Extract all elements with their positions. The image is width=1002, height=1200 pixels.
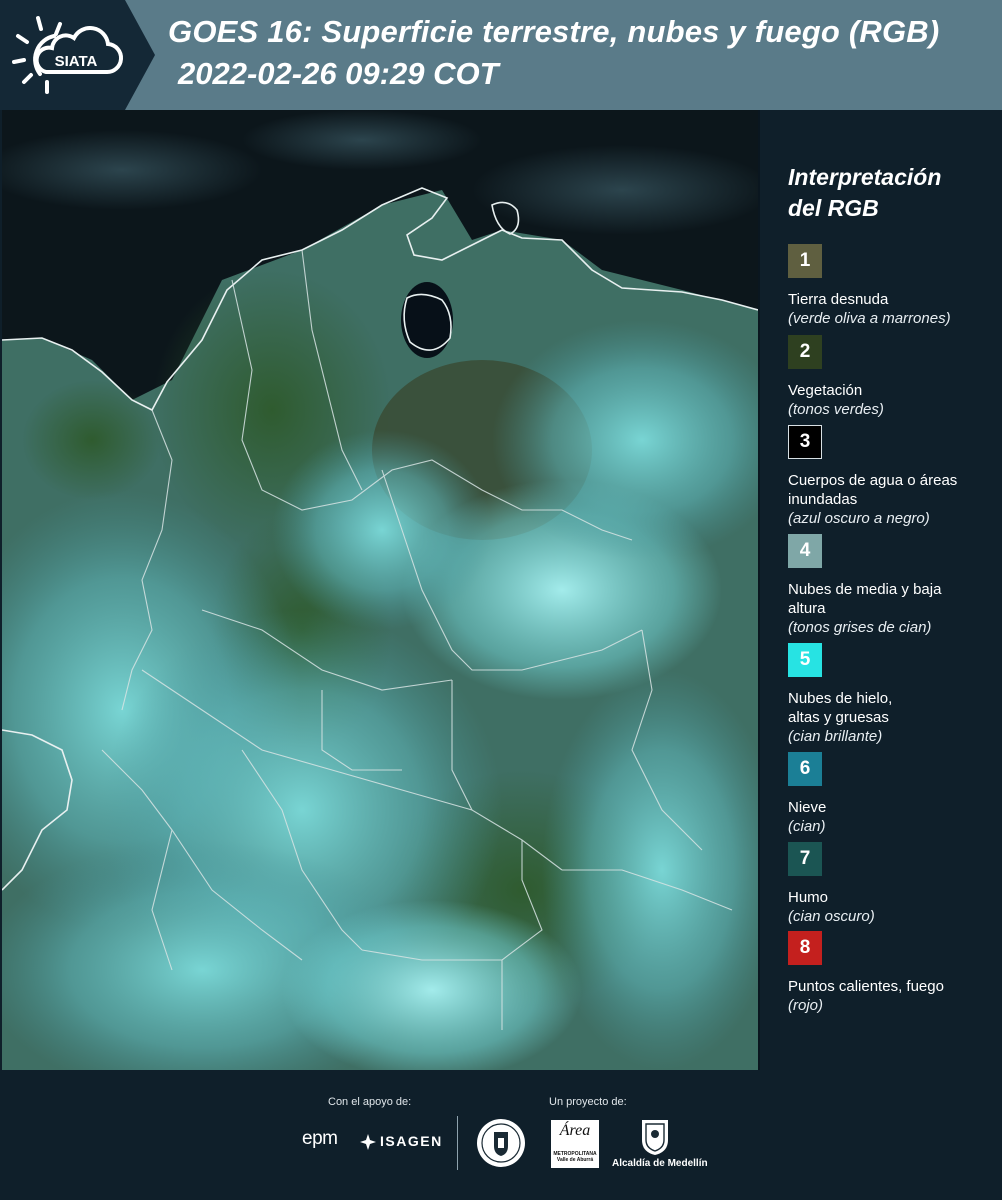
legend-sub-6: (cian) bbox=[788, 818, 826, 835]
legend-label-7: Humo bbox=[788, 889, 829, 906]
legend-sub-5: (cian brillante) bbox=[788, 728, 883, 745]
legend-label-6: Nieve bbox=[788, 799, 827, 816]
page-title: GOES 16: Superficie terrestre, nubes y f… bbox=[168, 14, 940, 49]
legend-swatch-4: 4 bbox=[788, 534, 822, 568]
alcaldia-medellin-logo[interactable]: Alcaldía de Medellín bbox=[612, 1158, 708, 1169]
legend-sub-7: (cian oscuro) bbox=[788, 908, 875, 925]
legend-sub-1: (verde oliva a marrones) bbox=[788, 310, 951, 327]
footer: Con el apoyo de: Un proyecto de: epm ISA… bbox=[0, 1070, 1002, 1200]
legend-item-8: 8 Puntos calientes, fuego (rojo) bbox=[788, 931, 998, 1015]
legend-label-1: Tierra desnuda bbox=[788, 291, 889, 308]
legend-label-3: Cuerpos de agua o áreas inundadas bbox=[788, 472, 958, 508]
legend-item-7: 7 Humo (cian oscuro) bbox=[788, 842, 998, 926]
siata-logo[interactable]: SIATA bbox=[0, 0, 155, 110]
legend-title-line1: Interpretación bbox=[788, 164, 942, 190]
legend-label-2: Vegetación bbox=[788, 382, 863, 399]
antioquia-seal-icon[interactable] bbox=[476, 1118, 526, 1168]
project-label: Un proyecto de: bbox=[549, 1096, 627, 1108]
legend-sub-8: (rojo) bbox=[788, 997, 824, 1014]
legend-title: Interpretación del RGB bbox=[788, 162, 988, 224]
legend-sub-4: (tonos grises de cian) bbox=[788, 619, 932, 636]
header: SIATA GOES 16: Superficie terrestre, nub… bbox=[0, 0, 1002, 110]
satellite-image bbox=[2, 110, 758, 1070]
legend-item-3: 3 Cuerpos de agua o áreas inundadas (azu… bbox=[788, 425, 998, 528]
legend-label-5: Nubes de hielo, altas y gruesas bbox=[788, 690, 893, 726]
legend-title-line2: del RGB bbox=[788, 195, 879, 221]
legend-sub-2: (tonos verdes) bbox=[788, 401, 884, 418]
legend-label-8: Puntos calientes, fuego bbox=[788, 978, 944, 995]
page-timestamp: 2022-02-26 09:29 COT bbox=[178, 56, 499, 91]
area-logo-text: Área bbox=[559, 1122, 591, 1139]
legend-panel: Interpretación del RGB 1 Tierra desnuda … bbox=[760, 110, 1002, 1070]
legend-sub-3: (azul oscuro a negro) bbox=[788, 510, 930, 527]
medellin-shield-icon[interactable] bbox=[640, 1118, 670, 1156]
legend-swatch-1: 1 bbox=[788, 244, 822, 278]
area-metropolitana-logo[interactable]: Área METROPOLITANA Valle de Aburrá bbox=[551, 1120, 599, 1168]
legend-swatch-2: 2 bbox=[788, 335, 822, 369]
legend-item-1: 1 Tierra desnuda (verde oliva a marrones… bbox=[788, 244, 998, 328]
legend-item-6: 6 Nieve (cian) bbox=[788, 752, 998, 836]
support-label: Con el apoyo de: bbox=[328, 1096, 412, 1108]
legend-swatch-5: 5 bbox=[788, 643, 822, 677]
legend-swatch-3: 3 bbox=[788, 425, 822, 459]
satellite-map[interactable] bbox=[2, 110, 758, 1070]
siata-logo-text: SIATA bbox=[55, 53, 98, 70]
legend-swatch-6: 6 bbox=[788, 752, 822, 786]
footer-separator bbox=[457, 1116, 458, 1170]
legend-item-4: 4 Nubes de media y baja altura (tonos gr… bbox=[788, 534, 998, 637]
legend-item-2: 2 Vegetación (tonos verdes) bbox=[788, 335, 998, 419]
isagen-logo[interactable]: ISAGEN bbox=[380, 1133, 443, 1149]
area-logo-sub: METROPOLITANA Valle de Aburrá bbox=[553, 1151, 597, 1163]
legend-item-5: 5 Nubes de hielo, altas y gruesas (cian … bbox=[788, 643, 998, 746]
legend-swatch-7: 7 bbox=[788, 842, 822, 876]
epm-logo[interactable]: epm bbox=[302, 1128, 338, 1150]
isagen-star-icon bbox=[360, 1134, 376, 1150]
legend-swatch-8: 8 bbox=[788, 931, 822, 965]
legend-label-4: Nubes de media y baja altura bbox=[788, 581, 942, 617]
sun-cloud-icon: SIATA bbox=[12, 16, 124, 94]
